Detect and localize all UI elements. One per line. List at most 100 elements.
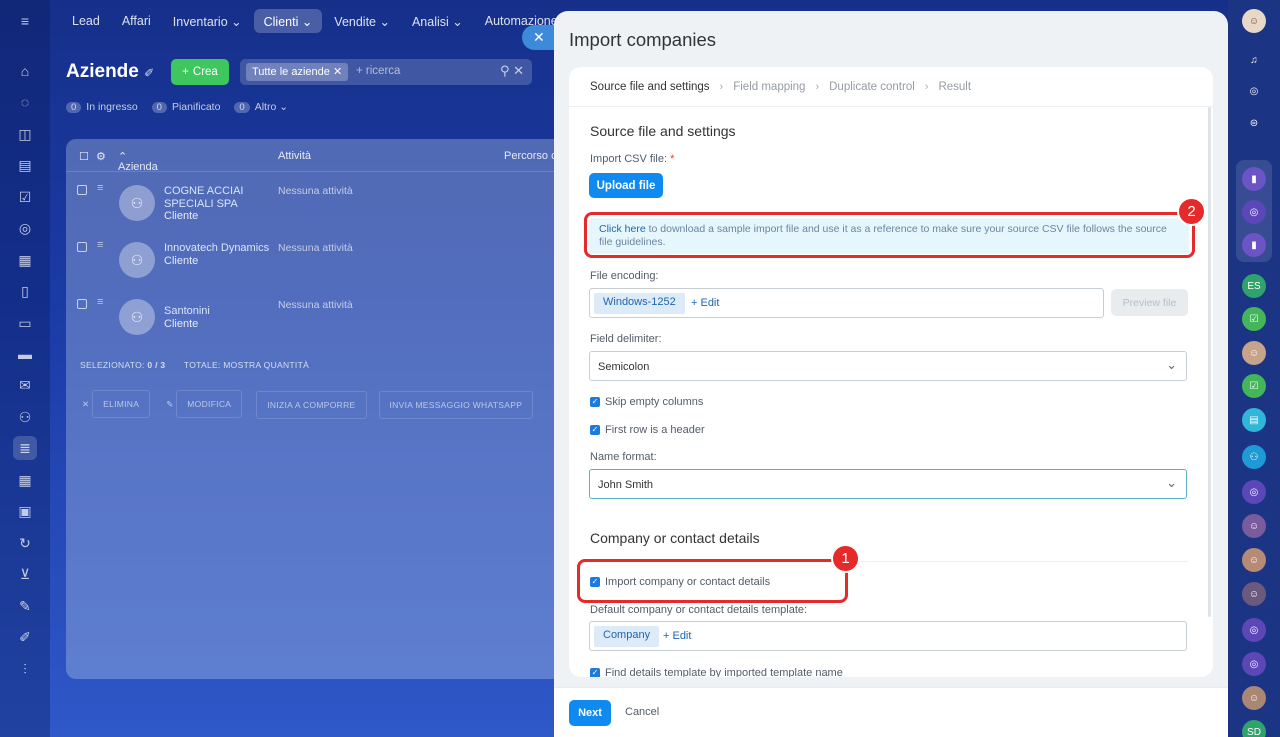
file-icon[interactable]: ▯ [13,279,37,303]
column-attivita[interactable]: Attività [278,150,311,162]
cart-icon[interactable]: ⊻ [13,562,37,586]
table-row[interactable]: ≡ ⚇ Innovatech Dynamics Cliente Nessuna … [66,236,566,293]
counter-incoming[interactable]: 0 In ingresso [66,101,138,113]
pen-icon[interactable]: ✐ [13,625,37,649]
first-row-header-checkbox[interactable]: ✓ First row is a header [590,424,705,436]
skip-empty-checkbox[interactable]: ✓ Skip empty columns [590,396,703,408]
nav-inventario[interactable]: Inventario ⌄ [163,9,252,33]
tasks-chat-icon[interactable]: ☑ [1242,374,1266,398]
search-chat-icon[interactable]: ⊜ [1242,111,1266,135]
message-icon[interactable]: ▤ [1242,408,1266,432]
nav-analisi[interactable]: Analisi ⌄ [402,9,473,33]
pin-icon[interactable]: ✐ [144,66,154,80]
counter-other[interactable]: 0 Altro ⌄ [234,101,288,113]
filter-search-bar[interactable]: Tutte le aziende ✕ + ricerca ⚲ ✕ [240,59,532,85]
mail-icon[interactable]: ✉ [13,373,37,397]
chat-icon[interactable]: ◫ [13,122,37,146]
nav-affari[interactable]: Affari [112,9,161,33]
row-checkbox[interactable] [77,242,87,252]
nav-vendite[interactable]: Vendite ⌄ [324,9,400,33]
user-avatar[interactable]: ☺ [1242,582,1266,606]
total-label[interactable]: TOTALE: MOSTRA QUANTITÀ [184,360,309,370]
user-avatar[interactable]: ☺ [1242,9,1266,33]
row-checkbox[interactable] [77,185,87,195]
delimiter-select[interactable]: Semicolon ⌄ [589,351,1187,381]
cancel-button[interactable]: Cancel [625,706,659,718]
user-avatar[interactable]: ☺ [1242,341,1266,365]
table-row[interactable]: ≡ ⚇ Santonini Cliente Nessuna attività [66,293,566,350]
whatsapp-action[interactable]: INVIA MESSAGGIO WHATSAPP [378,391,534,419]
table-settings-icon[interactable]: ⚙ [96,150,106,163]
document-icon[interactable]: ▤ [13,153,37,177]
presentation-icon[interactable]: ▭ [13,311,37,335]
find-template-checkbox[interactable]: ✓ Find details template by imported temp… [590,667,843,677]
company-name-text[interactable]: Santonini [164,305,210,317]
select-all-checkbox[interactable]: ☐ [79,150,89,163]
company-name[interactable]: COGNE ACCIAI SPECIALI SPA Cliente [164,185,274,223]
company-name-text[interactable]: Innovatech Dynamics [164,242,269,254]
create-button[interactable]: + Crea [171,59,229,85]
hamburger-menu-icon[interactable]: ≡ [13,9,37,33]
users-icon[interactable]: ⚇ [13,405,37,429]
slider-close-button[interactable]: ✕ [522,25,558,50]
user-avatar[interactable]: ☺ [1242,686,1266,710]
user-initials-avatar[interactable]: ES [1242,274,1266,298]
table-row[interactable]: ≡ ⚇ COGNE ACCIAI SPECIALI SPA Cliente Ne… [66,179,566,236]
row-menu-icon[interactable]: ≡ [97,182,103,194]
column-azienda[interactable]: Azienda ⌃ [118,150,158,173]
copilot-icon[interactable]: ◎ [1242,79,1266,103]
tasks-icon[interactable]: ☑ [13,185,37,209]
chat-icon[interactable]: ▮ [1242,233,1266,257]
tasks-chat-icon[interactable]: ☑ [1242,307,1266,331]
row-checkbox[interactable] [77,299,87,309]
copilot-chat-icon[interactable]: ◎ [1242,480,1266,504]
checkbox-checked-icon[interactable]: ✓ [590,397,600,407]
encoding-edit-link[interactable]: + Edit [691,297,719,309]
group-chat-icon[interactable]: ⚇ [1242,445,1266,469]
search-clear-icons[interactable]: ⚲ ✕ [500,63,524,79]
start-dialing-action[interactable]: INIZIA A COMPORRE [256,391,367,419]
user-avatar[interactable]: ☺ [1242,514,1266,538]
checkbox-checked-icon[interactable]: ✓ [590,425,600,435]
chip-close-icon[interactable]: ✕ [333,66,342,78]
copilot-chat-icon[interactable]: ◎ [1242,200,1266,224]
feed-icon[interactable]: ◌ [13,90,37,114]
encoding-field[interactable]: Windows-1252 + Edit [589,288,1104,318]
name-format-select[interactable]: John Smith ⌄ [589,469,1187,499]
notifications-icon[interactable]: ♫ [1242,48,1266,72]
clear-icon[interactable]: ✕ [513,63,524,78]
analytics-icon[interactable]: ⫶ [13,657,37,681]
nav-lead[interactable]: Lead [62,9,110,33]
card-icon[interactable]: ▬ [13,342,37,366]
edit-action[interactable]: ✎ MODIFICA [164,390,244,419]
template-edit-link[interactable]: + Edit [663,630,691,642]
card-scrollbar[interactable] [1208,107,1211,617]
store-icon[interactable]: ▣ [13,499,37,523]
crm-filter-icon[interactable]: ≣ [13,436,37,460]
copilot-chat-icon[interactable]: ◎ [1242,618,1266,642]
nav-clienti[interactable]: Clienti ⌄ [253,9,323,33]
chat-icon[interactable]: ▮ [1242,167,1266,191]
preview-file-button[interactable]: Preview file [1111,289,1188,316]
counter-other-dropdown[interactable]: Altro ⌄ [255,101,288,113]
home-icon[interactable]: ⌂ [13,59,37,83]
user-avatar[interactable]: ☺ [1242,548,1266,572]
sync-icon[interactable]: ↻ [13,531,37,555]
copilot-chat-icon[interactable]: ◎ [1242,652,1266,676]
row-menu-icon[interactable]: ≡ [97,239,103,251]
company-name[interactable]: Innovatech Dynamics Cliente [164,242,274,267]
search-icon[interactable]: ⚲ [500,63,510,78]
template-field[interactable]: Company + Edit [589,621,1187,651]
search-input[interactable]: + ricerca [356,65,400,77]
sign-icon[interactable]: ✎ [13,594,37,618]
calendar-icon[interactable]: ▦ [13,248,37,272]
upload-file-button[interactable]: Upload file [589,173,663,198]
next-button[interactable]: Next [569,700,611,726]
row-menu-icon[interactable]: ≡ [97,296,103,308]
target-icon[interactable]: ◎ [13,216,37,240]
counter-planned[interactable]: 0 Pianificato [151,101,220,113]
delete-action[interactable]: ✕ ELIMINA [80,390,152,419]
company-name-text[interactable]: COGNE ACCIAI SPECIALI SPA [164,185,243,210]
user-initials-avatar[interactable]: SD [1242,720,1266,737]
filter-chip[interactable]: Tutte le aziende ✕ [246,63,349,81]
